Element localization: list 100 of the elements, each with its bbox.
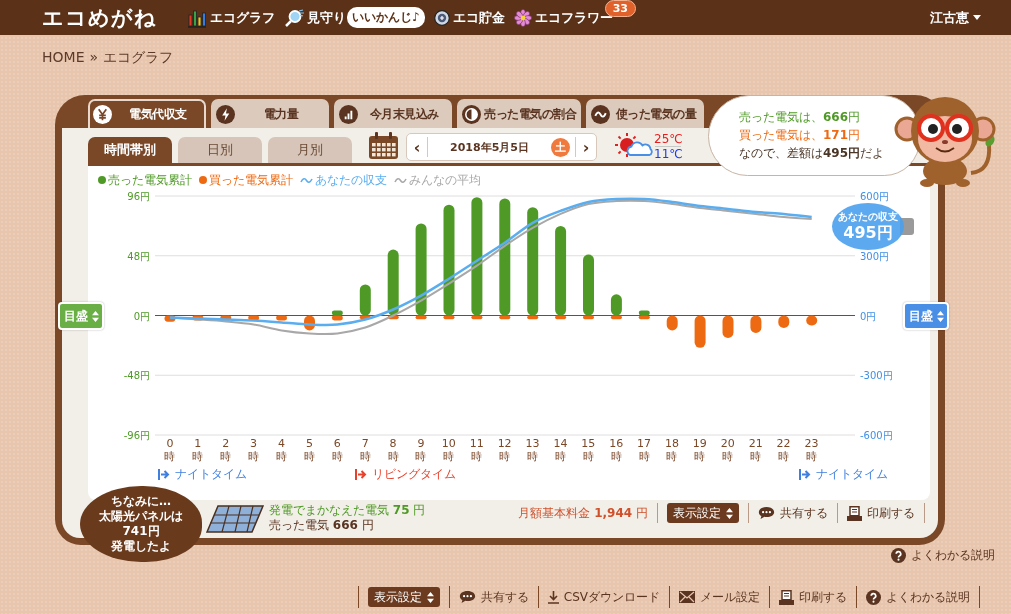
count-badge: 33 [604,0,636,17]
logo[interactable]: エコめがね [42,3,157,32]
axis-tick-label: 0円 [860,310,877,322]
hour-label: 5時 [302,437,316,463]
calendar-icon[interactable] [368,132,399,160]
hour-label: 18時 [664,437,679,463]
tab[interactable]: 電力量 [211,99,329,128]
display-settings-select[interactable]: 表示設定 [667,503,739,523]
previous-day-button[interactable]: ‹ [407,134,427,160]
tab[interactable]: 電気代収支 [88,99,206,128]
bought-bar [694,315,706,348]
bought-bar [806,315,818,326]
axis-tick-label: -48円 [123,370,150,382]
updown-caret-icon [726,507,733,519]
hour-label: 20時 [720,437,735,463]
time-band-label: リビングタイム [372,465,456,483]
pie-chart-icon [462,105,481,124]
share-link[interactable]: 共有する [458,588,529,606]
bought-bar [499,315,511,320]
updown-caret-icon [426,591,434,603]
speech-bubble-icon [458,590,476,604]
sold-bar [638,310,650,316]
mail-settings-link[interactable]: メール設定 [679,588,760,606]
arrow-to-bar-icon [799,468,812,480]
bought-bar [276,315,288,321]
help-link[interactable]: よくわかる説明 [891,547,995,564]
magnifier-icon [284,8,304,27]
bought-bar [387,315,399,320]
caret-icon [973,15,981,20]
nav-link[interactable]: エコグラフ [187,7,275,28]
hour-label: 12時 [497,437,512,463]
bought-bar [415,315,427,320]
callout-value: 495円 [843,223,893,242]
breadcrumb-link[interactable]: HOME [42,49,85,65]
envelope-icon [679,591,695,603]
hour-label: 13時 [525,437,540,463]
axis-tick-label: 96円 [127,191,150,202]
nav-link[interactable]: 見守り [284,8,346,27]
bought-bar [583,315,594,320]
download-icon [547,590,559,604]
tab[interactable]: 売った電気の割合 [457,99,581,128]
print-link[interactable]: 印刷する [847,504,915,522]
bought-bar [359,315,371,320]
high-temperature: 25℃ [654,131,683,146]
sold-bar [387,249,399,316]
hour-label: 23時 [804,437,819,463]
hour-label: 9時 [414,437,428,463]
status-badge: いいかんじ♪ [347,7,425,28]
bought-bar [248,315,260,321]
summary-line: 買った電気は、171円 [739,127,862,144]
updown-caret-icon [936,310,944,322]
bought-bar [220,315,232,321]
printer-icon [847,505,862,521]
hour-label: 6時 [330,437,344,463]
next-day-button[interactable]: › [576,134,596,160]
help-icon [891,548,906,563]
printer-icon [779,589,794,605]
display-settings-select[interactable]: 表示設定 [367,587,440,607]
sold-bar [610,294,622,316]
csv-download-link[interactable]: CSVダウンロード [547,588,660,606]
hour-label: 8時 [386,437,400,463]
help-link[interactable]: よくわかる説明 [866,588,970,606]
legend-label: 買った電気累計 [209,171,293,189]
hour-label: 3時 [247,437,261,463]
arrow-to-bar-icon [355,468,368,480]
bought-bar [638,315,650,320]
help-icon [866,589,881,605]
arrow-to-bar-icon [158,468,171,480]
callout-title: あなたの収支 [838,211,898,223]
nav-link[interactable]: エコ貯金 [433,8,505,27]
flower-icon [513,8,532,27]
tab[interactable]: 今月末見込み [334,99,452,128]
low-temperature: 11℃ [654,146,683,161]
solar-note-line: 太陽光パネルは [99,509,183,524]
hour-label: 11時 [469,437,484,463]
period-tab[interactable]: 日別 [178,137,262,163]
hour-label: 7時 [358,437,372,463]
axis-tick-label: 0円 [133,310,150,322]
solar-note-line: ちなみに… [111,494,171,509]
summary-line: なので、差額は495円だよ [739,145,886,162]
bought-bar [666,315,678,331]
sold-electricity-text: 売った電気 666 円 [269,518,375,533]
axis-tick-label: -600円 [860,430,893,441]
bought-bar [471,315,483,320]
tab[interactable]: 使った電気の量 [586,99,704,128]
hour-label: 17時 [637,437,652,463]
date-label: 2018年5月5日 [449,139,530,155]
hour-label: 1時 [191,437,205,463]
base-fee-text: 月額基本料金 1,944 円 [518,504,648,522]
share-link[interactable]: 共有する [758,504,828,522]
coin-icon [433,9,450,26]
period-tab[interactable]: 時間帯別 [88,137,172,163]
bar-chart-icon [187,7,207,28]
bought-bar [331,315,343,321]
solar-note-line: 741円 [122,524,160,539]
print-link[interactable]: 印刷する [779,588,847,606]
axis-tick-label: 300円 [860,250,890,262]
user-menu[interactable]: 江古恵 [930,8,981,27]
axis-tick-label: 48円 [127,250,150,262]
period-tab[interactable]: 月別 [268,137,352,163]
